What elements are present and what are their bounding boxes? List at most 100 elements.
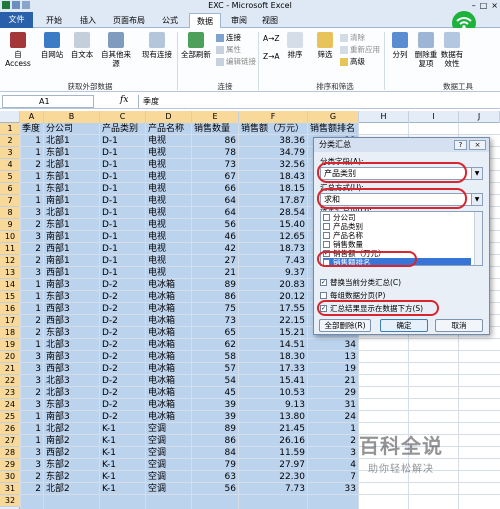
table-cell[interactable]: 空调 bbox=[148, 423, 191, 435]
tab-data[interactable]: 数据 bbox=[189, 13, 221, 29]
minimize-button[interactable]: – bbox=[472, 0, 476, 11]
tab-home[interactable]: 开始 bbox=[40, 13, 68, 28]
table-cell[interactable]: 3 bbox=[20, 351, 41, 363]
row-header[interactable]: 21 bbox=[0, 363, 20, 375]
table-cell[interactable]: 1 bbox=[20, 195, 41, 207]
table-cell[interactable]: 电视 bbox=[148, 255, 191, 267]
connections-button[interactable]: 连接 bbox=[216, 33, 241, 42]
table-cell[interactable]: D-1 bbox=[102, 207, 145, 219]
table-cell[interactable]: 北部3 bbox=[46, 387, 99, 399]
column-title-cell[interactable]: 销售额排名 bbox=[310, 123, 358, 135]
table-cell[interactable]: K-1 bbox=[102, 471, 145, 483]
table-cell[interactable]: 电视 bbox=[148, 207, 191, 219]
table-cell[interactable]: 34 bbox=[308, 339, 356, 351]
table-cell[interactable]: 3 bbox=[20, 267, 41, 279]
row-header[interactable]: 31 bbox=[0, 483, 20, 495]
tab-review[interactable]: 审阅 bbox=[225, 13, 253, 28]
chevron-down-icon[interactable]: ▼ bbox=[471, 168, 482, 179]
table-cell[interactable]: 西部3 bbox=[46, 303, 99, 315]
table-cell[interactable]: 65 bbox=[192, 327, 236, 339]
table-cell[interactable]: 46 bbox=[192, 231, 236, 243]
column-header-h[interactable]: H bbox=[359, 111, 409, 123]
table-cell[interactable]: 9.37 bbox=[239, 267, 305, 279]
row-header[interactable]: 16 bbox=[0, 303, 20, 315]
column-header-f[interactable]: F bbox=[239, 111, 308, 123]
table-cell[interactable]: D-1 bbox=[102, 255, 145, 267]
table-cell[interactable]: D-1 bbox=[102, 135, 145, 147]
table-cell[interactable]: 56 bbox=[192, 219, 236, 231]
table-cell[interactable]: 西部3 bbox=[46, 363, 99, 375]
cancel-button[interactable]: 取消 bbox=[435, 319, 483, 332]
table-cell[interactable]: 22.15 bbox=[239, 315, 305, 327]
from-text-button[interactable]: 自文本 bbox=[68, 32, 96, 59]
sort-button[interactable]: 排序 bbox=[284, 32, 306, 59]
row-header[interactable]: 5 bbox=[0, 171, 20, 183]
table-cell[interactable]: D-2 bbox=[102, 363, 145, 375]
table-cell[interactable]: 南部3 bbox=[46, 411, 99, 423]
list-item[interactable]: 产品类别 bbox=[323, 222, 471, 231]
row-header[interactable]: 15 bbox=[0, 291, 20, 303]
ok-button[interactable]: 确定 bbox=[380, 319, 428, 332]
table-cell[interactable]: 西部3 bbox=[46, 315, 99, 327]
filter-button[interactable]: 筛选 bbox=[314, 32, 336, 59]
table-cell[interactable]: 东部2 bbox=[46, 471, 99, 483]
table-cell[interactable]: 12.65 bbox=[239, 231, 305, 243]
table-cell[interactable]: 电视 bbox=[148, 267, 191, 279]
table-cell[interactable]: D-1 bbox=[102, 243, 145, 255]
table-cell[interactable]: 2 bbox=[20, 159, 41, 171]
table-cell[interactable]: 89 bbox=[192, 279, 236, 291]
table-cell[interactable]: 西部1 bbox=[46, 243, 99, 255]
row-header[interactable]: 11 bbox=[0, 243, 20, 255]
table-cell[interactable]: 29 bbox=[308, 387, 356, 399]
table-cell[interactable]: 电冰箱 bbox=[148, 315, 191, 327]
table-cell[interactable]: 21 bbox=[308, 375, 356, 387]
from-web-button[interactable]: 自网站 bbox=[38, 32, 66, 59]
row-header[interactable]: 3 bbox=[0, 147, 20, 159]
table-cell[interactable]: 北部1 bbox=[46, 159, 99, 171]
table-cell[interactable]: K-1 bbox=[102, 447, 145, 459]
table-cell[interactable]: 1 bbox=[20, 339, 41, 351]
table-cell[interactable]: 62 bbox=[192, 339, 236, 351]
table-cell[interactable]: 电冰箱 bbox=[148, 291, 191, 303]
tab-page-layout[interactable]: 页面布局 bbox=[108, 13, 150, 28]
table-cell[interactable]: 3 bbox=[20, 447, 41, 459]
table-cell[interactable]: D-2 bbox=[102, 315, 145, 327]
table-cell[interactable]: 2 bbox=[20, 219, 41, 231]
help-button[interactable]: ? bbox=[454, 140, 467, 150]
table-cell[interactable]: 西部1 bbox=[46, 267, 99, 279]
table-cell[interactable]: 78 bbox=[192, 147, 236, 159]
table-cell[interactable]: 42 bbox=[192, 243, 236, 255]
table-cell[interactable]: 18.43 bbox=[239, 171, 305, 183]
table-cell[interactable]: D-1 bbox=[102, 195, 145, 207]
dialog-close-button[interactable]: × bbox=[469, 140, 486, 150]
table-cell[interactable]: 38.36 bbox=[239, 135, 305, 147]
table-cell[interactable]: 南部3 bbox=[46, 279, 99, 291]
checkbox-icon[interactable] bbox=[323, 241, 330, 248]
row-header[interactable]: 27 bbox=[0, 435, 20, 447]
table-cell[interactable]: D-2 bbox=[102, 291, 145, 303]
column-title-cell[interactable]: 销售额（万元） bbox=[241, 123, 307, 135]
formula-input[interactable]: 季度 bbox=[138, 95, 498, 108]
table-cell[interactable]: 64 bbox=[192, 207, 236, 219]
table-cell[interactable]: 3 bbox=[20, 399, 41, 411]
chevron-down-icon[interactable]: ▼ bbox=[471, 194, 482, 205]
table-cell[interactable]: K-1 bbox=[102, 423, 145, 435]
remove-duplicates-button[interactable]: 删除重复项 bbox=[414, 32, 438, 68]
table-cell[interactable]: 31 bbox=[308, 399, 356, 411]
column-header-b[interactable]: B bbox=[44, 111, 100, 123]
remove-all-button[interactable]: 全部删除(R) bbox=[319, 319, 371, 332]
table-cell[interactable]: 电视 bbox=[148, 159, 191, 171]
table-cell[interactable]: 10.53 bbox=[239, 387, 305, 399]
table-cell[interactable]: 28.54 bbox=[239, 207, 305, 219]
table-cell[interactable]: 17.87 bbox=[239, 195, 305, 207]
table-cell[interactable]: 17.55 bbox=[239, 303, 305, 315]
table-cell[interactable]: 86 bbox=[192, 435, 236, 447]
table-cell[interactable]: 1 bbox=[20, 171, 41, 183]
edit-links-button[interactable]: 编辑链接 bbox=[216, 57, 256, 66]
table-cell[interactable]: 20.83 bbox=[239, 279, 305, 291]
table-cell[interactable]: 89 bbox=[192, 423, 236, 435]
table-cell[interactable]: 2 bbox=[20, 315, 41, 327]
column-title-cell[interactable]: 分公司 bbox=[46, 123, 99, 135]
table-cell[interactable]: D-2 bbox=[102, 387, 145, 399]
table-cell[interactable]: 57 bbox=[192, 363, 236, 375]
